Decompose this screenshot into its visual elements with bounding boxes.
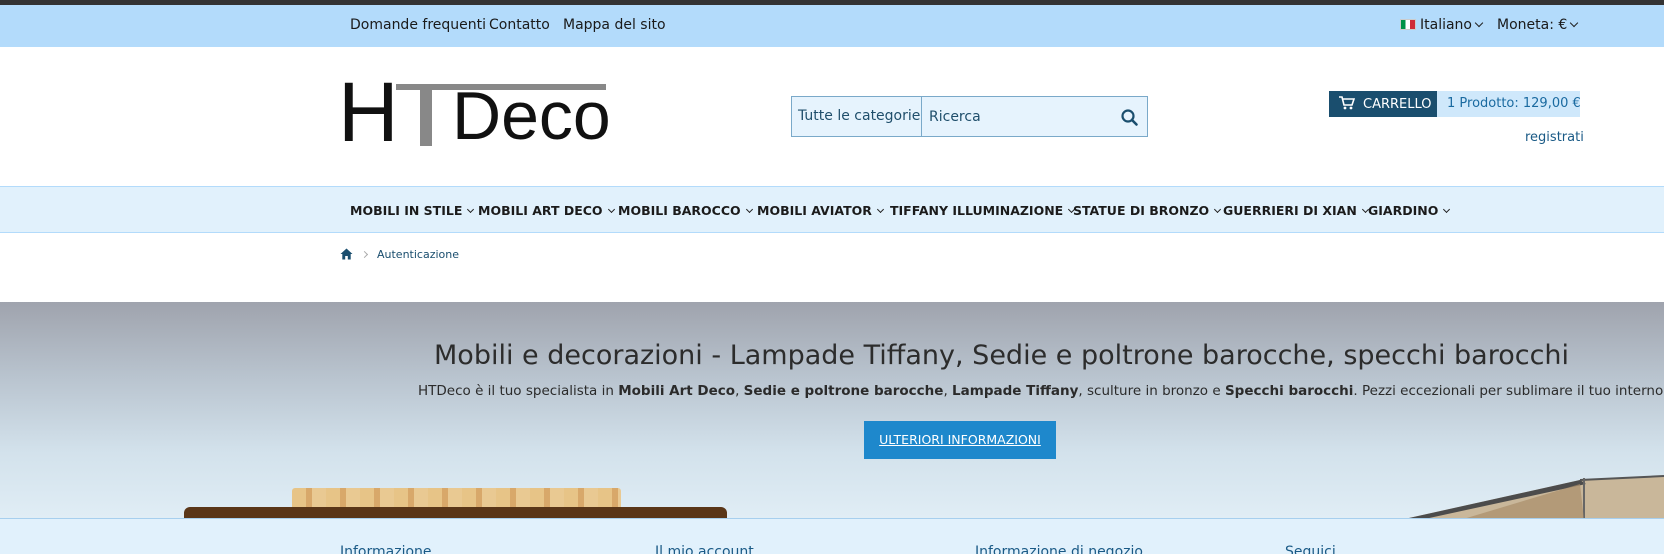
nav-item-giardino[interactable]: GIARDINO	[1368, 203, 1451, 218]
chevron-down-icon	[1443, 205, 1451, 214]
main-navigation: MOBILI IN STILE MOBILI ART DECO MOBILI B…	[0, 186, 1664, 233]
chevron-down-icon	[876, 205, 884, 214]
hero-subtitle-bold: Mobili Art Deco	[618, 383, 736, 399]
hero-subtitle-text: , sculture in bronzo e	[1078, 383, 1225, 399]
more-info-button[interactable]: ULTERIORI INFORMAZIONI	[864, 421, 1056, 459]
chevron-down-icon	[1570, 18, 1579, 28]
hero-subtitle-bold: Specchi barocchi	[1224, 383, 1354, 399]
chevron-down-icon	[1214, 205, 1222, 214]
search-icon	[1121, 109, 1138, 126]
chevron-down-icon	[745, 205, 753, 214]
nav-item-label: STATUE DI BRONZO	[1073, 203, 1210, 218]
breadcrumb-separator	[360, 250, 369, 259]
top-bar: Domande frequenti Contatto Mappa del sit…	[0, 5, 1664, 47]
italy-flag-icon	[1400, 19, 1416, 30]
currency-label: Moneta: €	[1497, 17, 1568, 33]
hero-subtitle-text: ,	[943, 383, 953, 399]
nav-item-label: MOBILI ART DECO	[478, 203, 603, 218]
nav-item-label: GIARDINO	[1368, 203, 1439, 218]
site-logo[interactable]: H Deco	[338, 70, 611, 154]
hero-banner: Mobili e decorazioni - Lampade Tiffany, …	[0, 302, 1664, 518]
breadcrumb-current[interactable]: Autenticazione	[377, 248, 459, 261]
nav-item-label: GUERRIERI DI XIAN	[1223, 203, 1357, 218]
chevron-down-icon	[467, 205, 475, 214]
nav-item-mobili-aviator[interactable]: MOBILI AVIATOR	[757, 203, 884, 218]
footer-heading-follow[interactable]: Seguici	[1285, 544, 1336, 554]
sitemap-link[interactable]: Mappa del sito	[563, 17, 666, 33]
nav-item-guerrieri-di-xian[interactable]: GUERRIERI DI XIAN	[1223, 203, 1369, 218]
chevron-down-icon	[1474, 18, 1484, 28]
search-button[interactable]	[1117, 105, 1143, 129]
search-input[interactable]	[923, 97, 1113, 136]
footer-heading-information[interactable]: Informazione	[340, 544, 432, 554]
cart-summary[interactable]: 1 Prodotto: 129,00 €	[1437, 91, 1581, 117]
nav-item-mobili-art-deco[interactable]: MOBILI ART DECO	[478, 203, 615, 218]
nav-item-label: TIFFANY ILLUMINAZIONE	[890, 203, 1064, 218]
logo-t-stem	[420, 84, 432, 146]
hero-subtitle-text: HTDeco è il tuo specialista in	[418, 383, 619, 399]
logo-letter-h: H	[338, 65, 399, 159]
contact-link[interactable]: Contatto	[489, 17, 550, 33]
nav-item-label: MOBILI AVIATOR	[757, 203, 872, 218]
nav-item-mobili-in-stile[interactable]: MOBILI IN STILE	[350, 203, 475, 218]
language-selector[interactable]: Italiano	[1400, 17, 1484, 33]
hero-furniture-base	[184, 507, 727, 518]
nav-item-label: MOBILI BAROCCO	[618, 203, 741, 218]
category-select[interactable]: Tutte le categorie	[792, 97, 922, 136]
logo-word-deco: Deco	[452, 78, 611, 154]
cart-button[interactable]: CARRELLO	[1329, 91, 1437, 117]
currency-selector[interactable]: Moneta: €	[1497, 17, 1579, 33]
hero-subtitle: HTDeco è il tuo specialista in Mobili Ar…	[418, 383, 1664, 399]
footer: Informazione Il mio account Informazione…	[0, 518, 1664, 554]
footer-heading-account[interactable]: Il mio account	[655, 544, 754, 554]
home-icon[interactable]	[340, 248, 353, 260]
hero-subtitle-bold: Sedie e poltrone barocche	[743, 383, 944, 399]
nav-item-tiffany-illuminazione[interactable]: TIFFANY ILLUMINAZIONE	[890, 203, 1076, 218]
nav-item-statue-di-bronzo[interactable]: STATUE DI BRONZO	[1073, 203, 1222, 218]
hero-subtitle-text: ,	[735, 383, 744, 399]
footer-heading-store-info[interactable]: Informazione di negozio	[975, 544, 1143, 554]
cart-icon	[1339, 96, 1356, 110]
hero-lamp-image	[1409, 475, 1664, 518]
chevron-down-icon	[607, 205, 615, 214]
register-link[interactable]: registrati	[1525, 130, 1584, 145]
hero-subtitle-text: . Pezzi eccezionali per sublimare il tuo…	[1353, 383, 1664, 399]
cart-label: CARRELLO	[1363, 97, 1432, 112]
nav-item-label: MOBILI IN STILE	[350, 203, 463, 218]
search-bar: Tutte le categorie	[791, 96, 1148, 137]
nav-item-mobili-barocco[interactable]: MOBILI BAROCCO	[618, 203, 753, 218]
hero-subtitle-bold: Lampade Tiffany	[952, 383, 1079, 399]
language-label: Italiano	[1420, 17, 1472, 33]
faq-link[interactable]: Domande frequenti	[350, 17, 486, 33]
hero-title: Mobili e decorazioni - Lampade Tiffany, …	[434, 340, 1570, 371]
